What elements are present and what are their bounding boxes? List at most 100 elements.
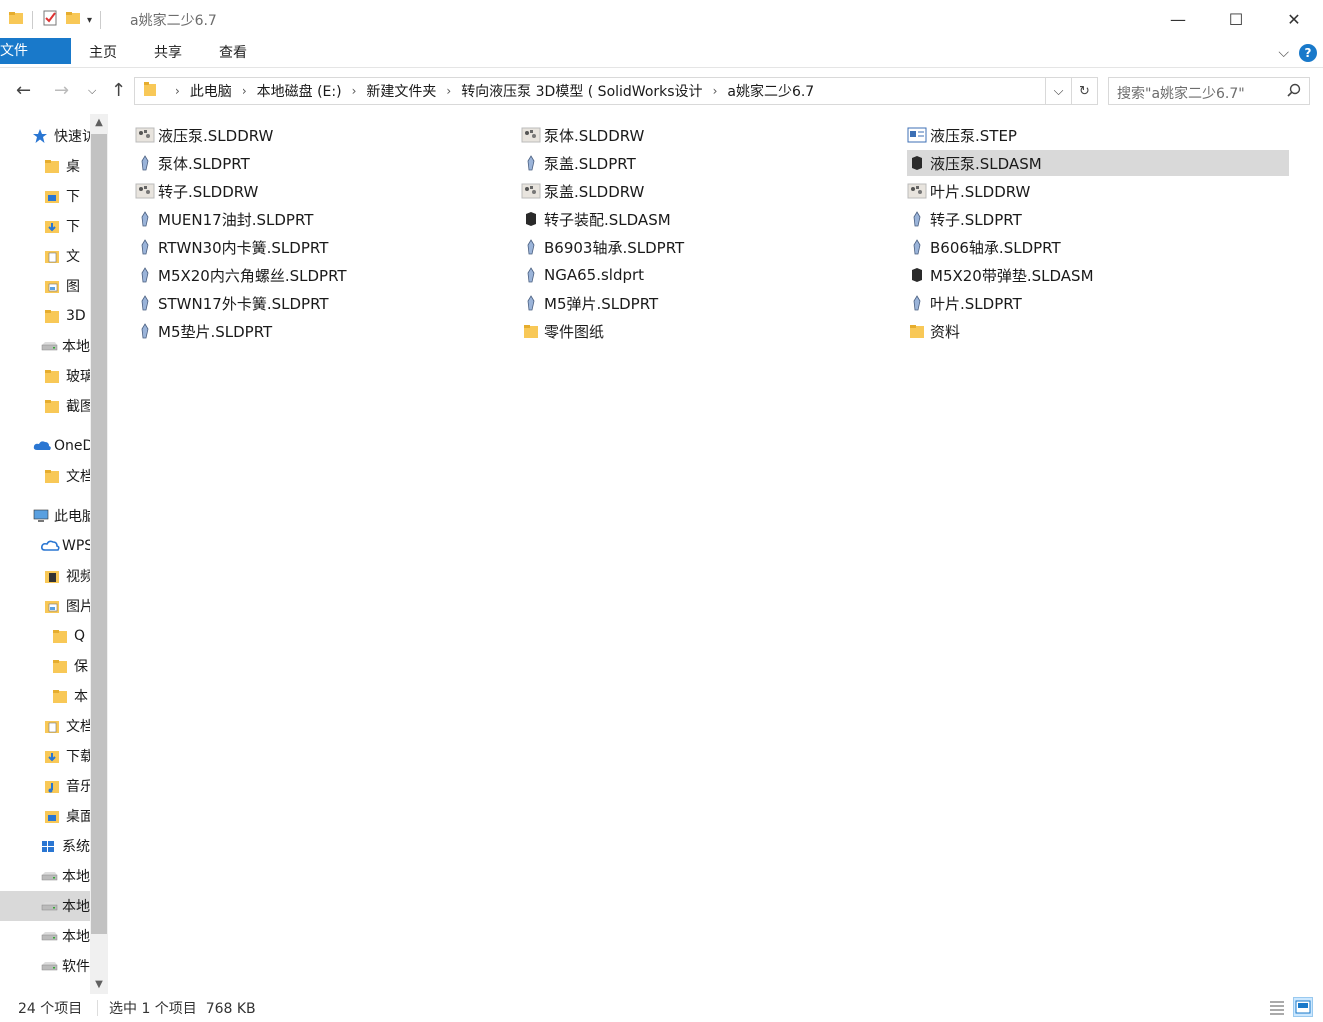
breadcrumb-current-folder[interactable]: a姚家二少6.7 <box>727 81 814 101</box>
sidebar-item[interactable]: OneD <box>0 431 90 461</box>
chevron-right-icon[interactable]: › <box>446 84 451 98</box>
back-arrow-icon[interactable]: ← <box>16 80 31 101</box>
chevron-right-icon[interactable]: › <box>175 84 180 98</box>
file-name: 泵盖.SLDDRW <box>544 182 645 201</box>
folder-icon <box>52 658 70 674</box>
file-item[interactable]: M5垫片.SLDPRT <box>135 318 517 344</box>
chevron-right-icon[interactable]: › <box>713 84 718 98</box>
file-item[interactable]: 液压泵.STEP <box>907 122 1289 148</box>
quick-access-toolbar: ▾ <box>8 9 103 31</box>
details-view-icon[interactable] <box>1267 997 1287 1017</box>
sidebar-item[interactable]: 3D <box>0 301 90 331</box>
video-icon <box>44 568 62 584</box>
sidebar-item[interactable]: 下 <box>0 181 90 211</box>
customize-toolbar-icon[interactable]: ▾ <box>87 15 92 26</box>
breadcrumb-this-pc[interactable]: 此电脑 <box>190 81 232 101</box>
file-item[interactable]: M5X20带弹垫.SLDASM <box>907 262 1289 288</box>
file-item[interactable]: 泵盖.SLDPRT <box>521 150 903 176</box>
file-item[interactable]: 泵体.SLDDRW <box>521 122 903 148</box>
minimize-button[interactable]: — <box>1149 0 1207 38</box>
recent-locations-icon[interactable]: ⌵ <box>88 84 96 98</box>
sidebar-item-label: 视频 <box>66 569 90 585</box>
search-input[interactable]: 搜索"a姚家二少6.7" <box>1108 77 1310 105</box>
scroll-down-icon[interactable]: ▼ <box>90 976 108 994</box>
file-item[interactable]: M5弹片.SLDPRT <box>521 290 903 316</box>
file-item[interactable]: B606轴承.SLDPRT <box>907 234 1289 260</box>
sidebar-item[interactable]: 保 <box>0 651 90 681</box>
file-item[interactable]: M5X20内六角螺丝.SLDPRT <box>135 262 517 288</box>
chevron-right-icon[interactable]: › <box>242 84 247 98</box>
sidebar-item[interactable]: 玻璃 <box>0 361 90 391</box>
sidebar-scrollbar[interactable]: ▲ ▼ <box>90 114 108 994</box>
file-item[interactable]: RTWN30内卡簧.SLDPRT <box>135 234 517 260</box>
sidebar-item[interactable]: 下载 <box>0 741 90 771</box>
scrollbar-thumb[interactable] <box>91 134 107 934</box>
file-item[interactable]: 叶片.SLDDRW <box>907 178 1289 204</box>
tab-share[interactable]: 共享 <box>140 38 196 68</box>
sidebar-item[interactable]: 本地 <box>0 891 90 921</box>
file-item[interactable]: 泵体.SLDPRT <box>135 150 517 176</box>
sidebar-item[interactable]: 软件 <box>0 951 90 981</box>
sidebar-item[interactable]: 视频 <box>0 561 90 591</box>
breadcrumb-pump-model[interactable]: 转向液压泵 3D模型 ( SolidWorks设计 <box>461 81 702 101</box>
sidebar-item-label: 本地 <box>62 899 90 915</box>
sidebar-item[interactable]: 本 <box>0 681 90 711</box>
sidebar-item-label: 文档 <box>66 469 90 485</box>
sidebar-item[interactable]: 此电脑 <box>0 501 90 531</box>
file-item[interactable]: NGA65.sldprt <box>521 262 903 288</box>
refresh-icon[interactable]: ↻ <box>1071 78 1097 104</box>
new-folder-icon[interactable] <box>65 10 81 30</box>
sidebar-item[interactable]: 下 <box>0 211 90 241</box>
file-item[interactable]: 转子.SLDPRT <box>907 206 1289 232</box>
sidebar-item[interactable]: 文档 <box>0 711 90 741</box>
file-item[interactable]: 零件图纸 <box>521 318 903 344</box>
breadcrumb-new-folder[interactable]: 新建文件夹 <box>366 81 436 101</box>
sidebar-item-label: 音乐 <box>66 779 90 795</box>
folder-icon <box>52 628 70 644</box>
sidebar-item[interactable]: 本地 <box>0 331 90 361</box>
sidebar-item[interactable]: 快速访 <box>0 121 90 151</box>
sidebar-item[interactable]: 系统 <box>0 831 90 861</box>
sidebar-item[interactable]: 桌面 <box>0 801 90 831</box>
sidebar-item[interactable]: WPS <box>0 531 90 561</box>
file-item[interactable]: 泵盖.SLDDRW <box>521 178 903 204</box>
file-item[interactable]: 液压泵.SLDASM <box>907 150 1289 176</box>
tab-view[interactable]: 查看 <box>205 38 261 68</box>
tab-home[interactable]: 主页 <box>75 38 131 68</box>
address-dropdown-icon[interactable]: ⌵ <box>1045 78 1071 104</box>
file-item[interactable]: MUEN17油封.SLDPRT <box>135 206 517 232</box>
file-item[interactable]: 转子.SLDDRW <box>135 178 517 204</box>
sidebar-item[interactable]: 本地 <box>0 921 90 951</box>
file-item[interactable]: STWN17外卡簧.SLDPRT <box>135 290 517 316</box>
assembly-icon <box>907 153 927 173</box>
expand-ribbon-icon[interactable]: ⌵ <box>1278 45 1289 61</box>
sidebar-item[interactable]: 桌 <box>0 151 90 181</box>
help-icon[interactable]: ? <box>1299 44 1317 62</box>
properties-icon[interactable] <box>41 9 59 31</box>
scroll-up-icon[interactable]: ▲ <box>90 114 108 132</box>
up-arrow-icon[interactable]: ↑ <box>111 80 126 101</box>
sidebar-item[interactable]: 音乐 <box>0 771 90 801</box>
sidebar-item[interactable]: 截图 <box>0 391 90 421</box>
sidebar-item[interactable]: 文 <box>0 241 90 271</box>
sidebar-item[interactable]: 文档 <box>0 461 90 491</box>
sidebar-item[interactable]: 本地 <box>0 861 90 891</box>
address-bar[interactable]: › 此电脑 › 本地磁盘 (E:) › 新建文件夹 › 转向液压泵 3D模型 (… <box>134 77 1098 105</box>
file-item[interactable]: 叶片.SLDPRT <box>907 290 1289 316</box>
large-icons-view-icon[interactable] <box>1293 997 1313 1017</box>
close-button[interactable]: ✕ <box>1265 0 1323 38</box>
breadcrumb-drive-e[interactable]: 本地磁盘 (E:) <box>257 81 342 101</box>
file-item[interactable]: 液压泵.SLDDRW <box>135 122 517 148</box>
sidebar-item[interactable]: 图片 <box>0 591 90 621</box>
file-item[interactable]: 资料 <box>907 318 1289 344</box>
sidebar-item-label: 软件 <box>62 959 90 975</box>
search-icon[interactable] <box>1287 83 1301 101</box>
chevron-right-icon[interactable]: › <box>352 84 357 98</box>
sidebar-item[interactable]: Q <box>0 621 90 651</box>
maximize-button[interactable]: ☐ <box>1207 0 1265 38</box>
sidebar-item[interactable]: 图 <box>0 271 90 301</box>
forward-arrow-icon[interactable]: → <box>54 80 69 101</box>
file-item[interactable]: 转子装配.SLDASM <box>521 206 903 232</box>
tab-file[interactable]: 文件 <box>0 38 71 64</box>
file-item[interactable]: B6903轴承.SLDPRT <box>521 234 903 260</box>
